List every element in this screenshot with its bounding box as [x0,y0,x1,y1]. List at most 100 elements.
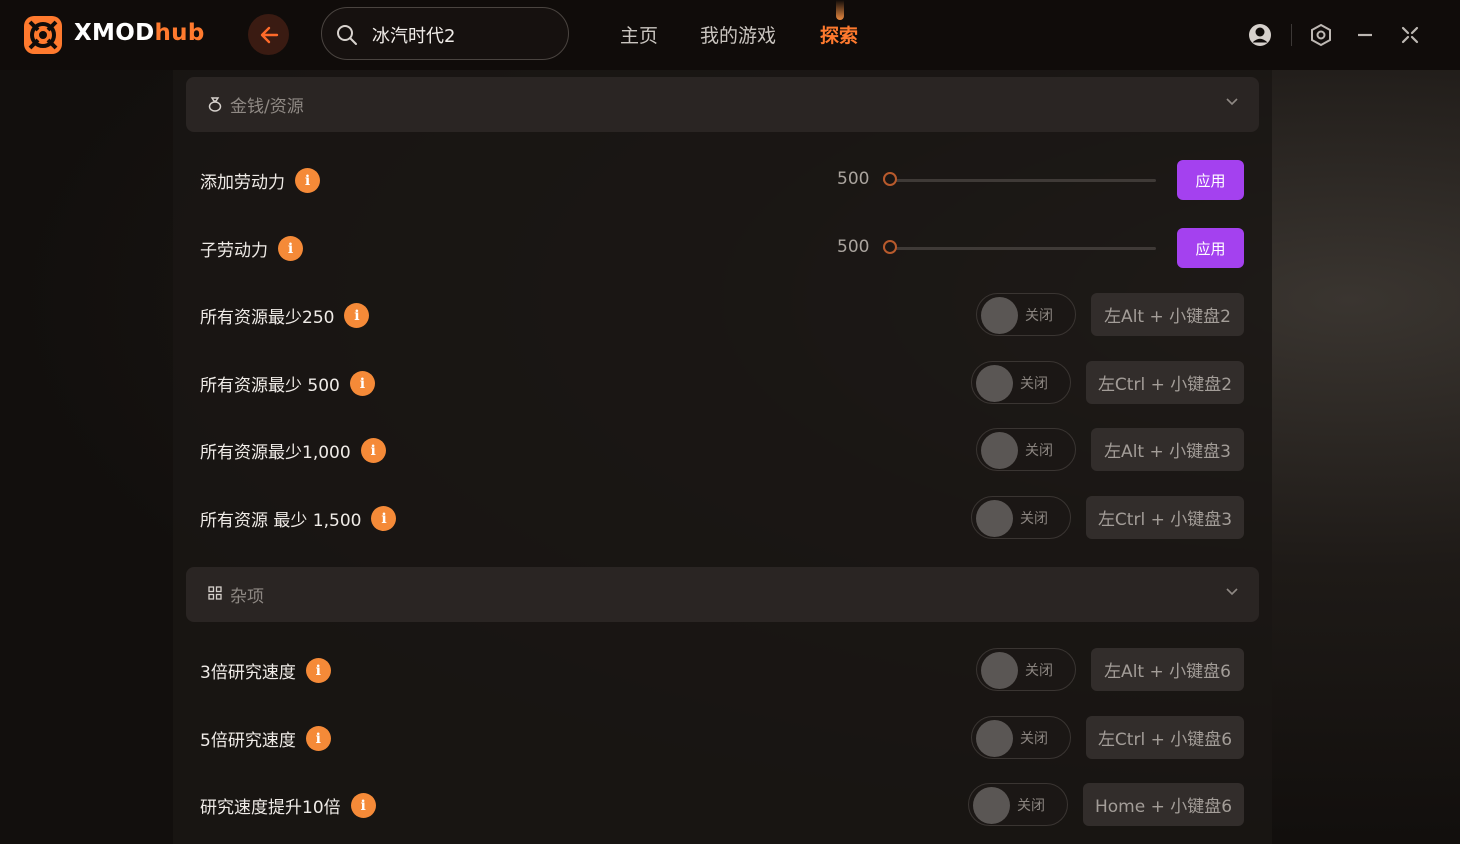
info-icon[interactable]: i [305,658,331,683]
cheat-label-text: 所有资源 最少 1,500 [200,511,362,531]
toggle-switch[interactable]: 关闭 [976,428,1076,471]
toggle-switch[interactable]: 关闭 [971,716,1071,759]
hotkey-button[interactable]: 左Ctrl + 小键盘2 [1086,361,1244,404]
info-icon[interactable]: i [295,168,320,193]
cheat-label-text: 3倍研究速度 [200,663,296,683]
back-button[interactable] [248,14,289,55]
cheat-label: 研究速度提升10倍 i [200,793,376,818]
toggle-knob [973,787,1010,824]
hotkey-button[interactable]: 左Ctrl + 小键盘3 [1086,496,1244,539]
cheat-label-text: 研究速度提升10倍 [200,798,341,818]
logo-icon [24,16,62,54]
apply-button[interactable]: 应用 [1177,228,1244,268]
toggle-knob [981,297,1018,334]
toggle-switch[interactable]: 关闭 [968,783,1068,826]
cheat-label: 子劳动力 i [200,236,303,261]
cheat-label: 所有资源 最少 1,500 i [200,506,397,531]
section-header-misc[interactable]: 杂项 [186,567,1259,622]
slider-track[interactable] [883,247,1156,250]
close-button[interactable] [1397,22,1423,48]
toggle-knob [981,652,1018,689]
brand-name: XMODhub [74,20,205,46]
hotkey-button[interactable]: Home + 小键盘6 [1083,783,1244,826]
toggle-switch[interactable]: 关闭 [971,361,1071,404]
section-header-resources[interactable]: 金钱/资源 [186,77,1259,132]
toggle-state: 关闭 [1025,308,1053,324]
toggle-knob [976,720,1013,757]
toggle-knob [976,365,1013,402]
cheat-label: 所有资源最少1,000 i [200,438,386,463]
toggle-knob [981,432,1018,469]
toggle-switch[interactable]: 关闭 [971,496,1071,539]
cheat-row: 添加劳动力 i 500 应用 [173,155,1272,205]
settings-button[interactable] [1308,22,1334,48]
info-icon[interactable]: i [371,506,397,531]
cheat-label: 5倍研究速度 i [200,726,331,751]
cheat-label-text: 5倍研究速度 [200,731,296,751]
hotkey-button[interactable]: 左Ctrl + 小键盘6 [1086,716,1244,759]
search-box[interactable] [321,7,569,60]
back-arrow-icon [260,26,278,43]
info-icon[interactable]: i [344,303,370,328]
nav-explore[interactable]: 探索 [820,21,858,48]
apply-button[interactable]: 应用 [1177,160,1244,200]
info-icon[interactable]: i [360,438,386,463]
slider-track[interactable] [883,179,1156,182]
cheat-label-text: 子劳动力 [200,241,268,261]
toggle-switch[interactable]: 关闭 [976,293,1076,336]
active-nav-indicator [836,0,844,20]
hotkey-button[interactable]: 左Alt + 小键盘2 [1091,293,1244,336]
grid-icon [208,586,222,600]
toolbar-divider [1291,24,1292,46]
slider-handle[interactable] [883,172,897,186]
toggle-state: 关闭 [1020,511,1048,527]
cheat-label-text: 添加劳动力 [200,173,285,193]
info-icon[interactable]: i [278,236,303,261]
chevron-down-icon [1226,98,1238,106]
toggle-state: 关闭 [1020,376,1048,392]
toggle-state: 关闭 [1017,798,1045,814]
money-bag-icon [208,97,222,112]
cheat-panel: 金钱/资源 添加劳动力 i 500 应用 子劳动力 i 500 应用 所有资源最… [173,70,1272,844]
slider-value: 500 [837,169,870,189]
cheat-label: 添加劳动力 i [200,168,320,193]
settings-icon [1311,23,1331,47]
hotkey-button[interactable]: 左Alt + 小键盘3 [1091,428,1244,471]
search-icon [337,25,357,45]
minimize-button[interactable] [1352,22,1378,48]
toggle-switch[interactable]: 关闭 [976,648,1076,691]
cheat-row: 所有资源最少 500 i 关闭 左Ctrl + 小键盘2 [173,358,1272,408]
slider-handle[interactable] [883,240,897,254]
cheat-row: 3倍研究速度 i 关闭 左Alt + 小键盘6 [173,645,1272,695]
toggle-state: 关闭 [1025,443,1053,459]
user-icon [1249,24,1271,46]
cheat-label: 所有资源最少250 i [200,303,370,328]
hotkey-button[interactable]: 左Alt + 小键盘6 [1091,648,1244,691]
minimize-icon [1358,33,1372,37]
info-icon[interactable]: i [305,726,331,751]
toggle-state: 关闭 [1025,663,1053,679]
cheat-row: 子劳动力 i 500 应用 [173,223,1272,273]
cheat-row: 5倍研究速度 i 关闭 左Ctrl + 小键盘6 [173,713,1272,763]
cheat-label: 3倍研究速度 i [200,658,331,683]
brand-main: XMOD [74,20,155,46]
section-title: 杂项 [230,587,264,607]
cheat-label-text: 所有资源最少 500 [200,376,340,396]
nav-my-games[interactable]: 我的游戏 [700,21,776,48]
cheat-label: 所有资源最少 500 i [200,371,375,396]
cheat-row: 所有资源 最少 1,500 i 关闭 左Ctrl + 小键盘3 [173,493,1272,543]
toggle-state: 关闭 [1020,731,1048,747]
search-input[interactable] [370,20,554,50]
user-button[interactable] [1247,22,1273,48]
info-icon[interactable]: i [349,371,375,396]
slider-value: 500 [837,237,870,257]
toggle-knob [976,500,1013,537]
cheat-label-text: 所有资源最少250 [200,308,335,328]
nav-home[interactable]: 主页 [620,21,658,48]
cheat-row: 研究速度提升10倍 i 关闭 Home + 小键盘6 [173,780,1272,830]
close-icon [1401,26,1419,44]
section-title: 金钱/资源 [230,97,304,117]
chevron-down-icon [1226,588,1238,596]
brand-accent: hub [154,20,205,46]
info-icon[interactable]: i [350,793,376,818]
